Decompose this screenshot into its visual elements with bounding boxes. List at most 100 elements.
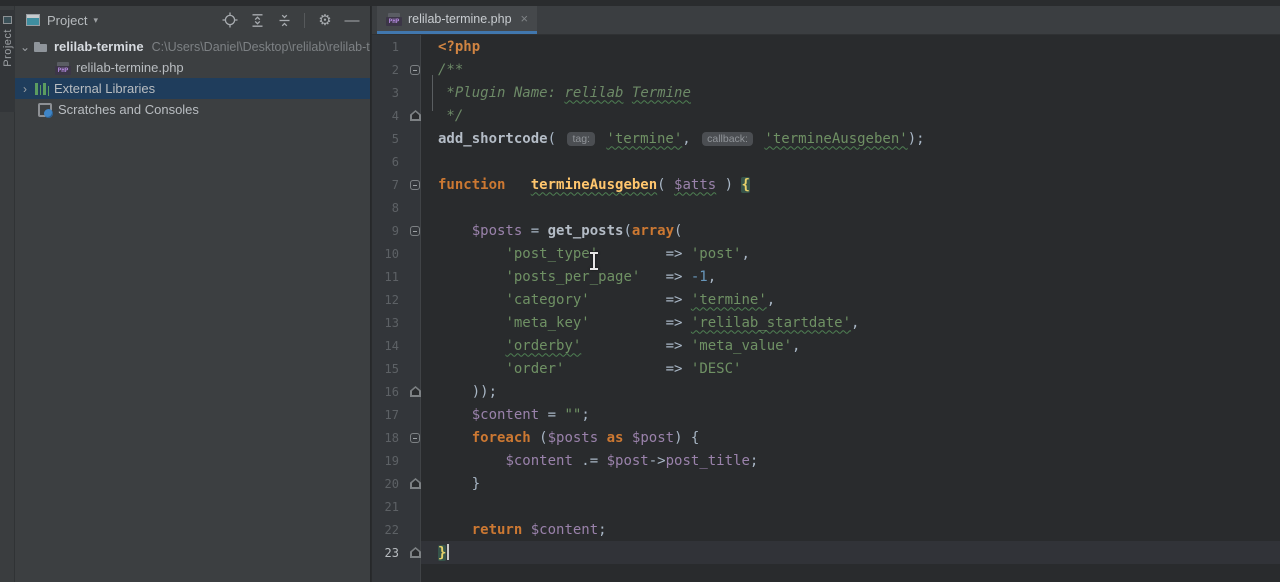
- project-tool-window-icon: [3, 16, 12, 24]
- code-token: ));: [438, 384, 497, 400]
- code-token: Termine: [632, 85, 691, 101]
- code-token: function: [438, 177, 505, 193]
- tree-item-label: relilab-termine.php: [76, 60, 184, 75]
- fold-collapse-icon[interactable]: [410, 226, 420, 236]
- code-line[interactable]: 17 $content = "";: [372, 403, 1280, 426]
- tree-item-php-file[interactable]: relilab-termine.php: [15, 57, 370, 78]
- code-line[interactable]: 3 *Plugin Name: relilab Termine: [372, 81, 1280, 104]
- code-line[interactable]: 22 return $content;: [372, 518, 1280, 541]
- code-text: }: [438, 476, 480, 492]
- fold-end-icon[interactable]: [410, 478, 421, 489]
- folder-icon: [33, 39, 49, 55]
- fold-collapse-icon[interactable]: [410, 65, 420, 75]
- code-line[interactable]: 20 }: [372, 472, 1280, 495]
- fold-end-icon[interactable]: [410, 547, 421, 558]
- code-editor[interactable]: 1 <?php 2 /** 3 *Plugin Name: relilab Termin…: [372, 35, 1280, 582]
- php-icon: [55, 60, 71, 76]
- code-line[interactable]: 9 $posts = get_posts(array(: [372, 219, 1280, 242]
- code-token: $content: [472, 407, 539, 423]
- line-number: 4: [372, 109, 399, 123]
- tree-item-label: relilab-termine: [54, 39, 144, 54]
- project-view-icon: [26, 14, 40, 26]
- fold-column: [399, 226, 438, 236]
- code-line[interactable]: 4 */: [372, 104, 1280, 127]
- code-token: add_shortcode: [438, 131, 548, 147]
- code-token: ) {: [674, 430, 699, 446]
- code-text: foreach ($posts as $post) {: [438, 430, 699, 446]
- code-line[interactable]: 10 'post_type' => 'post',: [372, 242, 1280, 265]
- code-line[interactable]: 5add_shortcode( tag: 'termine', callback…: [372, 127, 1280, 150]
- tree-item-external-libraries[interactable]: ›External Libraries: [15, 78, 370, 99]
- line-number: 21: [372, 500, 399, 514]
- settings-icon[interactable]: ⚙: [315, 10, 335, 30]
- code-token: [623, 85, 631, 101]
- php-file-icon: [386, 11, 402, 27]
- line-number: 23: [372, 546, 399, 560]
- code-line[interactable]: 1 <?php: [372, 35, 1280, 58]
- code-token: [438, 223, 472, 239]
- chevron-down-icon[interactable]: ▾: [93, 15, 98, 26]
- code-token: 'termine': [606, 131, 682, 147]
- code-token: );: [908, 131, 925, 147]
- code-text: add_shortcode( tag: 'termine', callback:…: [438, 131, 925, 147]
- code-line[interactable]: 13 'meta_key' => 'relilab_startdate',: [372, 311, 1280, 334]
- code-token: =>: [581, 338, 691, 354]
- code-line[interactable]: 15 'order' => 'DESC': [372, 357, 1280, 380]
- project-panel: Project ▾ ⚙— ⌄relilab-termineC:\Users\Da…: [15, 6, 371, 582]
- fold-collapse-icon[interactable]: [410, 433, 420, 443]
- code-token: <?php: [438, 39, 480, 55]
- code-token: {: [741, 177, 749, 193]
- code-line[interactable]: 18 foreach ($posts as $post) {: [372, 426, 1280, 449]
- project-stripe-button[interactable]: Project: [0, 10, 15, 112]
- line-number: 14: [372, 339, 399, 353]
- line-number: 13: [372, 316, 399, 330]
- code-token: get_posts: [548, 223, 624, 239]
- code-token: foreach: [472, 430, 531, 446]
- fold-column: [399, 547, 438, 558]
- editor-tab[interactable]: relilab-termine.php ×: [377, 6, 537, 34]
- code-token: [438, 292, 505, 308]
- fold-end-icon[interactable]: [410, 386, 421, 397]
- code-line[interactable]: 8: [372, 196, 1280, 219]
- code-token: -1: [691, 269, 708, 285]
- fold-column: [399, 110, 438, 121]
- line-number: 2: [372, 63, 399, 77]
- code-token: $post: [607, 453, 649, 469]
- code-token: ,: [792, 338, 800, 354]
- tree-item-root-folder[interactable]: ⌄relilab-termineC:\Users\Daniel\Desktop\…: [15, 36, 370, 57]
- code-token: ;: [750, 453, 758, 469]
- code-line[interactable]: 16 ));: [372, 380, 1280, 403]
- code-token: [438, 522, 472, 538]
- close-icon[interactable]: ×: [521, 12, 529, 25]
- expand-all-icon[interactable]: [247, 10, 267, 30]
- collapse-all-icon[interactable]: [274, 10, 294, 30]
- code-text: 'orderby' => 'meta_value',: [438, 338, 800, 354]
- code-token: ;: [598, 522, 606, 538]
- project-panel-title[interactable]: Project: [47, 13, 87, 28]
- code-line[interactable]: 2 /**: [372, 58, 1280, 81]
- code-line[interactable]: 19 $content .= $post->post_title;: [372, 449, 1280, 472]
- code-line[interactable]: 23}: [372, 541, 1280, 564]
- code-line[interactable]: 11 'posts_per_page' => -1,: [372, 265, 1280, 288]
- ide-window: Project Project ▾ ⚙— ⌄relilab-termineC:\…: [0, 0, 1280, 582]
- fold-end-icon[interactable]: [410, 110, 421, 121]
- hide-icon[interactable]: —: [342, 10, 362, 30]
- code-token: [438, 338, 505, 354]
- project-toolbar: ⚙—: [220, 10, 362, 30]
- code-token: $posts: [548, 430, 599, 446]
- line-number: 1: [372, 40, 399, 54]
- fold-collapse-icon[interactable]: [410, 180, 420, 190]
- code-line[interactable]: 21: [372, 495, 1280, 518]
- code-line[interactable]: 6: [372, 150, 1280, 173]
- code-token: /**: [438, 62, 463, 78]
- code-text: $content .= $post->post_title;: [438, 453, 758, 469]
- tree-item-scratches[interactable]: Scratches and Consoles: [15, 99, 370, 120]
- chevron-right-icon[interactable]: ›: [17, 83, 33, 95]
- code-line[interactable]: 7function termineAusgeben( $atts ) {: [372, 173, 1280, 196]
- code-line[interactable]: 12 'category' => 'termine',: [372, 288, 1280, 311]
- code-text: return $content;: [438, 522, 607, 538]
- code-token: $posts: [472, 223, 523, 239]
- code-line[interactable]: 14 'orderby' => 'meta_value',: [372, 334, 1280, 357]
- chevron-down-icon[interactable]: ⌄: [17, 41, 33, 53]
- locate-icon[interactable]: [220, 10, 240, 30]
